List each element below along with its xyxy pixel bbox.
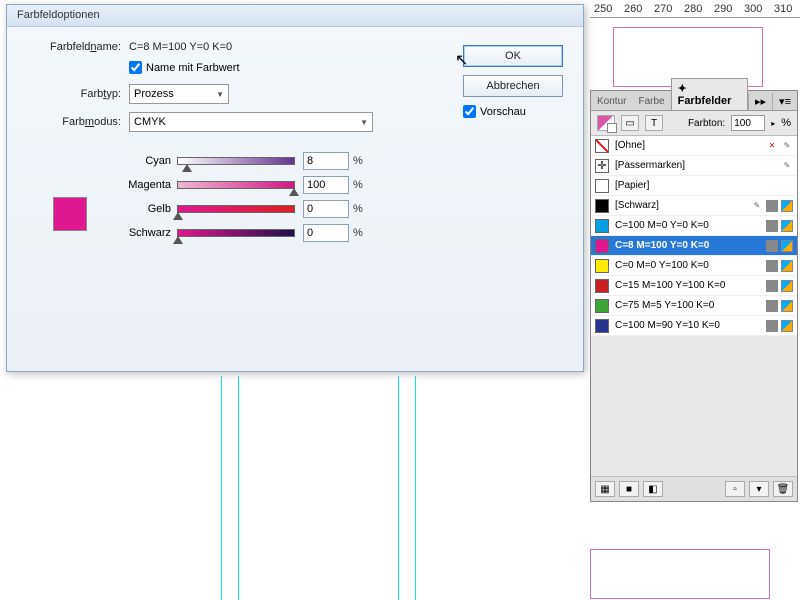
formatting-container-icon[interactable]: ▭ bbox=[621, 115, 639, 131]
swatch-color-icon bbox=[595, 219, 609, 233]
tint-input[interactable] bbox=[731, 115, 765, 131]
swatch-color-icon bbox=[595, 139, 609, 153]
swatch-color-icon bbox=[595, 199, 609, 213]
dialog-title: Farbfeldoptionen bbox=[7, 5, 583, 27]
magenta-input[interactable] bbox=[303, 176, 349, 194]
chevron-down-icon: ▼ bbox=[360, 118, 368, 127]
swatch-color-icon bbox=[595, 319, 609, 333]
swatch-name: C=100 M=90 Y=10 K=0 bbox=[615, 320, 766, 331]
swatch-row[interactable]: C=75 M=5 Y=100 K=0 bbox=[591, 296, 797, 316]
farbtyp-label: Farbtyp: bbox=[21, 88, 121, 100]
swatch-color-icon bbox=[595, 299, 609, 313]
swatch-color-icon bbox=[595, 179, 609, 193]
swatches-panel: Kontur Farbe ✦ Farbfelder ▸▸ ▾≡ ▭ T Farb… bbox=[590, 90, 798, 502]
horizontal-ruler: 250 260 270 280 290 300 310 bbox=[590, 0, 800, 18]
swatch-row[interactable]: C=8 M=100 Y=0 K=0 bbox=[591, 236, 797, 256]
name-with-value-label: Name mit Farbwert bbox=[146, 62, 240, 74]
swatch-list: [Ohne]✕✎✛[Passermarken]✎[Papier][Schwarz… bbox=[591, 136, 797, 336]
cyan-input[interactable] bbox=[303, 152, 349, 170]
tab-farbe[interactable]: Farbe bbox=[632, 93, 670, 110]
cyan-slider[interactable] bbox=[177, 157, 295, 165]
swatch-row[interactable]: [Papier] bbox=[591, 176, 797, 196]
tab-kontur[interactable]: Kontur bbox=[591, 93, 632, 110]
name-with-value-checkbox[interactable] bbox=[129, 61, 142, 74]
swatch-status-icons bbox=[766, 300, 793, 312]
swatch-status-icons: ✎ bbox=[751, 200, 793, 212]
new-swatch-icon[interactable]: ▫ bbox=[725, 481, 745, 497]
swatch-status-icons bbox=[766, 260, 793, 272]
swatch-status-icons bbox=[766, 320, 793, 332]
swatch-color-icon bbox=[595, 239, 609, 253]
swatch-row[interactable]: [Ohne]✕✎ bbox=[591, 136, 797, 156]
fill-stroke-icon[interactable] bbox=[597, 115, 615, 131]
magenta-label: Magenta bbox=[101, 179, 171, 191]
swatch-status-icons bbox=[766, 240, 793, 252]
tab-farbfelder[interactable]: ✦ Farbfelder bbox=[671, 78, 748, 110]
swatch-name: C=8 M=100 Y=0 K=0 bbox=[615, 240, 766, 251]
schwarz-input[interactable] bbox=[303, 224, 349, 242]
schwarz-label: Schwarz bbox=[101, 227, 171, 239]
show-all-swatches-icon[interactable]: ▦ bbox=[595, 481, 615, 497]
chevron-down-icon: ▼ bbox=[216, 90, 224, 99]
show-color-swatches-icon[interactable]: ■ bbox=[619, 481, 639, 497]
farbmodus-label: Farbmodus: bbox=[21, 116, 121, 128]
swatch-name: C=75 M=5 Y=100 K=0 bbox=[615, 300, 766, 311]
preview-checkbox[interactable] bbox=[463, 105, 476, 118]
cancel-button[interactable]: Abbrechen bbox=[463, 75, 563, 97]
farbtyp-combo[interactable]: Prozess▼ bbox=[129, 84, 229, 104]
canvas-object bbox=[590, 549, 770, 599]
swatch-name: C=15 M=100 Y=100 K=0 bbox=[615, 280, 766, 291]
formatting-text-icon[interactable]: T bbox=[645, 115, 663, 131]
swatch-status-icons bbox=[766, 280, 793, 292]
gelb-input[interactable] bbox=[303, 200, 349, 218]
panel-collapse-icon[interactable]: ▸▸ bbox=[748, 93, 772, 110]
preview-label: Vorschau bbox=[480, 106, 526, 118]
new-swatch-menu-icon[interactable]: ▾ bbox=[749, 481, 769, 497]
swatch-row[interactable]: [Schwarz]✎ bbox=[591, 196, 797, 216]
schwarz-slider[interactable] bbox=[177, 229, 295, 237]
swatch-name: [Passermarken] bbox=[615, 160, 781, 171]
swatch-row[interactable]: ✛ [Passermarken]✎ bbox=[591, 156, 797, 176]
show-gradient-swatches-icon[interactable]: ◧ bbox=[643, 481, 663, 497]
guide bbox=[415, 376, 416, 600]
gelb-label: Gelb bbox=[101, 203, 171, 215]
tint-arrow-icon[interactable]: ▸ bbox=[771, 119, 775, 128]
swatch-color-icon: ✛ bbox=[595, 159, 609, 173]
swatch-color-icon bbox=[595, 259, 609, 273]
color-preview bbox=[53, 197, 87, 231]
swatch-color-icon bbox=[595, 279, 609, 293]
swatch-status-icons bbox=[766, 220, 793, 232]
guide bbox=[238, 376, 239, 600]
farbmodus-combo[interactable]: CMYK▼ bbox=[129, 112, 373, 132]
swatch-row[interactable]: C=15 M=100 Y=100 K=0 bbox=[591, 276, 797, 296]
swatch-options-dialog: Farbfeldoptionen Farbfeldname: C=8 M=100… bbox=[6, 4, 584, 372]
swatch-row[interactable]: C=100 M=0 Y=0 K=0 bbox=[591, 216, 797, 236]
ok-button[interactable]: OK bbox=[463, 45, 563, 67]
guide bbox=[398, 376, 399, 600]
swatch-row[interactable]: C=100 M=90 Y=10 K=0 bbox=[591, 316, 797, 336]
swatch-name: C=0 M=0 Y=100 K=0 bbox=[615, 260, 766, 271]
cyan-label: Cyan bbox=[101, 155, 171, 167]
swatch-name: [Papier] bbox=[615, 180, 793, 191]
name-value: C=8 M=100 Y=0 K=0 bbox=[129, 41, 232, 53]
tint-label: Farbton: bbox=[688, 118, 725, 129]
swatch-name: C=100 M=0 Y=0 K=0 bbox=[615, 220, 766, 231]
delete-swatch-icon[interactable]: 🗑 bbox=[773, 481, 793, 497]
swatch-name: [Schwarz] bbox=[615, 200, 751, 211]
magenta-slider[interactable] bbox=[177, 181, 295, 189]
gelb-slider[interactable] bbox=[177, 205, 295, 213]
swatch-status-icons: ✕✎ bbox=[766, 140, 793, 152]
swatch-status-icons: ✎ bbox=[781, 160, 793, 172]
name-label: Farbfeldname: bbox=[21, 41, 121, 53]
guide bbox=[221, 376, 222, 600]
swatch-row[interactable]: C=0 M=0 Y=100 K=0 bbox=[591, 256, 797, 276]
panel-menu-icon[interactable]: ▾≡ bbox=[772, 93, 797, 110]
swatch-name: [Ohne] bbox=[615, 140, 766, 151]
